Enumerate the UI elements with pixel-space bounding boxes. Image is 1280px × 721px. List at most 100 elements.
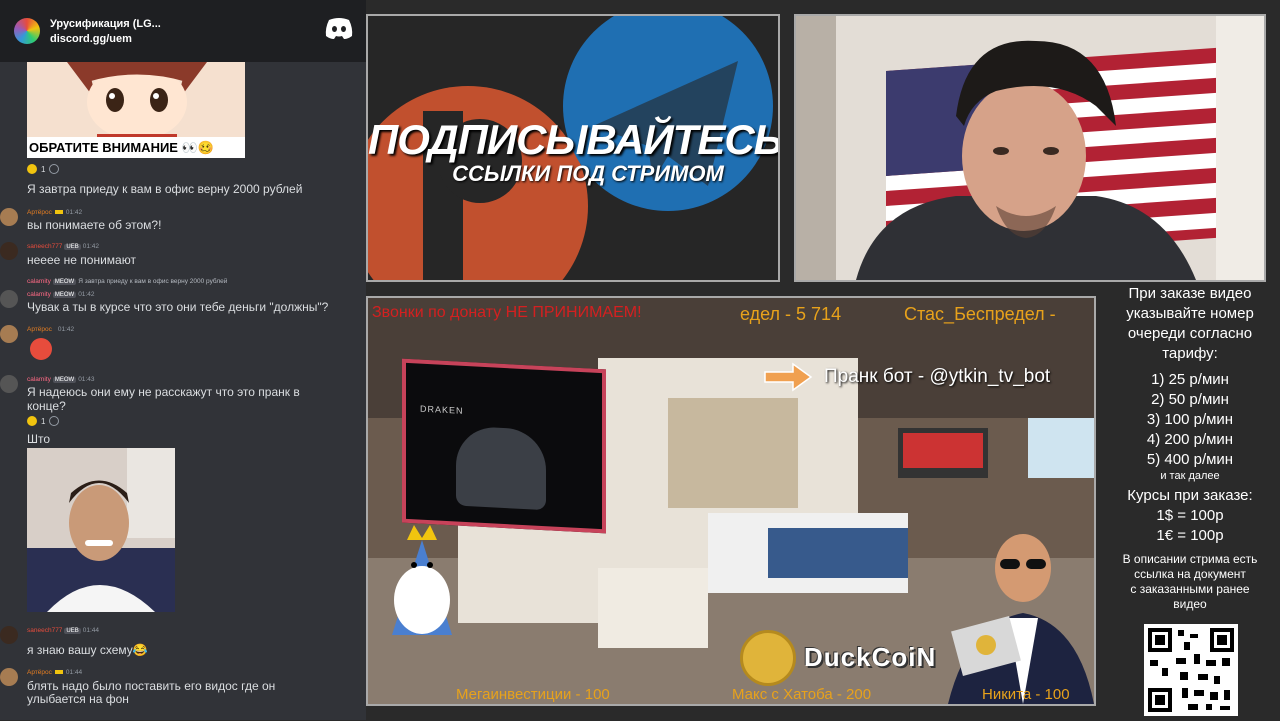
ticker-mid-text: едел - 5 714 (740, 304, 842, 324)
duckcoin-icon (740, 630, 796, 686)
donate-intro: При заказе видео указывайте номер очеред… (1104, 284, 1276, 364)
timestamp: 01:43 (78, 376, 95, 383)
add-reaction-icon[interactable] (49, 164, 60, 174)
server-name: Урусификация (LG... (50, 17, 161, 30)
desc-line: с заказанными ранее (1130, 582, 1250, 596)
image-caption: ОБРАТИТЕ ВНИМАНИЕ 👀🥴 (27, 137, 245, 158)
avatar[interactable] (0, 242, 18, 260)
angry-emoji-icon (30, 338, 52, 360)
invite-link[interactable]: discord.gg/uem (50, 33, 161, 45)
role-tag: MEOW (52, 377, 77, 383)
tariff-item: 2) 50 р/мин (1151, 391, 1229, 408)
server-icon (14, 18, 40, 44)
avatar[interactable] (0, 375, 18, 393)
timestamp: 01:42 (78, 291, 95, 298)
username[interactable]: Артёрос (27, 326, 52, 333)
message-text: я знаю вашу схему😂 (27, 643, 148, 657)
username[interactable]: Артёрос (27, 209, 52, 216)
message-header: Артёрос 01:44 (27, 669, 82, 676)
chat-image-anime[interactable]: ОБРАТИТЕ ВНИМАНИЕ 👀🥴 (27, 62, 245, 158)
timestamp: 01:42 (65, 209, 83, 216)
message-text: Я надеюсь они ему не расскажут что это п… (27, 385, 300, 399)
avatar[interactable] (0, 208, 18, 226)
bottom-ticker-3: Никита - 100 (982, 686, 1070, 703)
promo-title: ПОДПИСЫВАЙТЕСЬ (368, 116, 780, 163)
message-text: улыбается на фон (27, 692, 129, 706)
reaction-count: 1 (41, 416, 46, 426)
ticker-right-text: Стас_Беспредел - (904, 304, 1056, 324)
avatar[interactable] (0, 668, 18, 686)
rate-item: 1$ = 100р (1156, 507, 1224, 524)
bottom-ticker-2: Макс с Хатоба - 200 (732, 686, 872, 703)
avatar[interactable] (0, 290, 18, 308)
desc-line: В описании стрима есть (1122, 552, 1258, 566)
timestamp: 01:42 (57, 326, 75, 333)
role-tag: MEOW (52, 292, 77, 298)
emoji-reaction-icon[interactable] (27, 416, 37, 426)
photo-illustration (27, 448, 175, 612)
username[interactable]: saneech777 (27, 627, 62, 634)
role-badge (54, 210, 63, 215)
message-header: Артёрос 01:42 (27, 326, 74, 333)
duckcoin-label: DuckCoiN (804, 642, 937, 672)
tariff-etc: и так далее (1160, 470, 1220, 482)
main-stream-scene: Звонки по донату НЕ ПРИНИМАЕМ! едел - 5 … (366, 296, 1096, 706)
ice-king-figure (392, 525, 452, 635)
laptop-video-frame: DRAKEN (402, 358, 606, 534)
reply-preview[interactable]: calamity MEOW Я завтра приеду к вам в офис… (27, 278, 227, 285)
intro-line: При заказе видео (1128, 285, 1252, 302)
username[interactable]: calamity (27, 291, 51, 298)
rates-title: Курсы при заказе: (1127, 487, 1253, 504)
message-text: Што (27, 432, 51, 446)
businessman-figure (948, 534, 1094, 704)
tariff-item: 5) 400 р/мин (1146, 451, 1234, 468)
arrow-icon (763, 362, 813, 392)
message-text: Я завтра приеду к вам в офис верну 2000 … (27, 182, 303, 196)
avatar[interactable] (0, 626, 18, 644)
donate-info-panel: При заказе видео указывайте номер очеред… (1104, 284, 1276, 612)
timestamp: 01:44 (65, 669, 83, 676)
timestamp: 01:42 (82, 243, 100, 250)
discord-logo-icon (325, 18, 353, 39)
message-header: calamity MEOW 01:42 (27, 291, 94, 298)
chat-image-photo[interactable] (27, 448, 175, 612)
promo-banner: ПОДПИСЫВАЙТЕСЬ ССЫЛКИ ПОД СТРИМОМ (366, 14, 780, 282)
message-header: saneech777 UEB 01:44 (27, 627, 99, 634)
timestamp: 01:44 (82, 627, 100, 634)
tariff-item: 1) 25 р/мин (1151, 371, 1229, 388)
webcam-feed (794, 14, 1266, 282)
role-badge (54, 670, 63, 675)
discord-invite-bar[interactable]: Урусификация (LG... discord.gg/uem (0, 0, 366, 62)
tariff-item: 3) 100 р/мин (1146, 411, 1234, 428)
username[interactable]: saneech777 (27, 243, 62, 250)
reaction-row[interactable]: 1 (27, 164, 60, 174)
tariff-item: 4) 200 р/мин (1146, 431, 1234, 448)
username[interactable]: calamity (27, 376, 51, 383)
ticker-left-text: Звонки по донату НЕ ПРИНИМАЕМ! (372, 304, 642, 321)
qr-code-icon[interactable] (1144, 624, 1238, 716)
message-text: блять надо было поставить его видос где … (27, 679, 276, 693)
emoji-reaction-icon[interactable] (27, 164, 37, 174)
desc-line: ссылка на документ (1134, 567, 1246, 581)
promo-subtitle: ССЫЛКИ ПОД СТРИМОМ (452, 161, 724, 186)
intro-line: указывайте номер (1126, 305, 1254, 322)
chat-panel: ОБРАТИТЕ ВНИМАНИЕ 👀🥴 1 Я завтра приеду к… (0, 0, 366, 720)
role-tag: UEB (64, 244, 81, 250)
webcam-illustration (796, 16, 1264, 280)
reaction-row[interactable]: 1 (27, 416, 60, 426)
rate-item: 1€ = 100р (1156, 527, 1224, 544)
role-tag: MEOW (52, 279, 77, 285)
tariff-list: 1) 25 р/мин 2) 50 р/мин 3) 100 р/мин 4) … (1104, 370, 1276, 482)
message-header: calamity MEOW 01:43 (27, 376, 94, 383)
username[interactable]: Артёрос (27, 669, 52, 676)
message-text: Чувак а ты в курсе что это они тебе день… (27, 300, 329, 314)
message-header: Артёрос 01:42 (27, 209, 82, 216)
message-header: saneech777 UEB 01:42 (27, 243, 99, 250)
laptop-brand: DRAKEN (420, 403, 464, 416)
add-reaction-icon[interactable] (49, 416, 60, 426)
intro-line: тарифу: (1162, 345, 1218, 362)
avatar[interactable] (0, 325, 18, 343)
message-text: вы понимаете об этом?! (27, 218, 162, 232)
hooded-figure (456, 425, 546, 511)
desc-line: видео (1173, 597, 1207, 611)
